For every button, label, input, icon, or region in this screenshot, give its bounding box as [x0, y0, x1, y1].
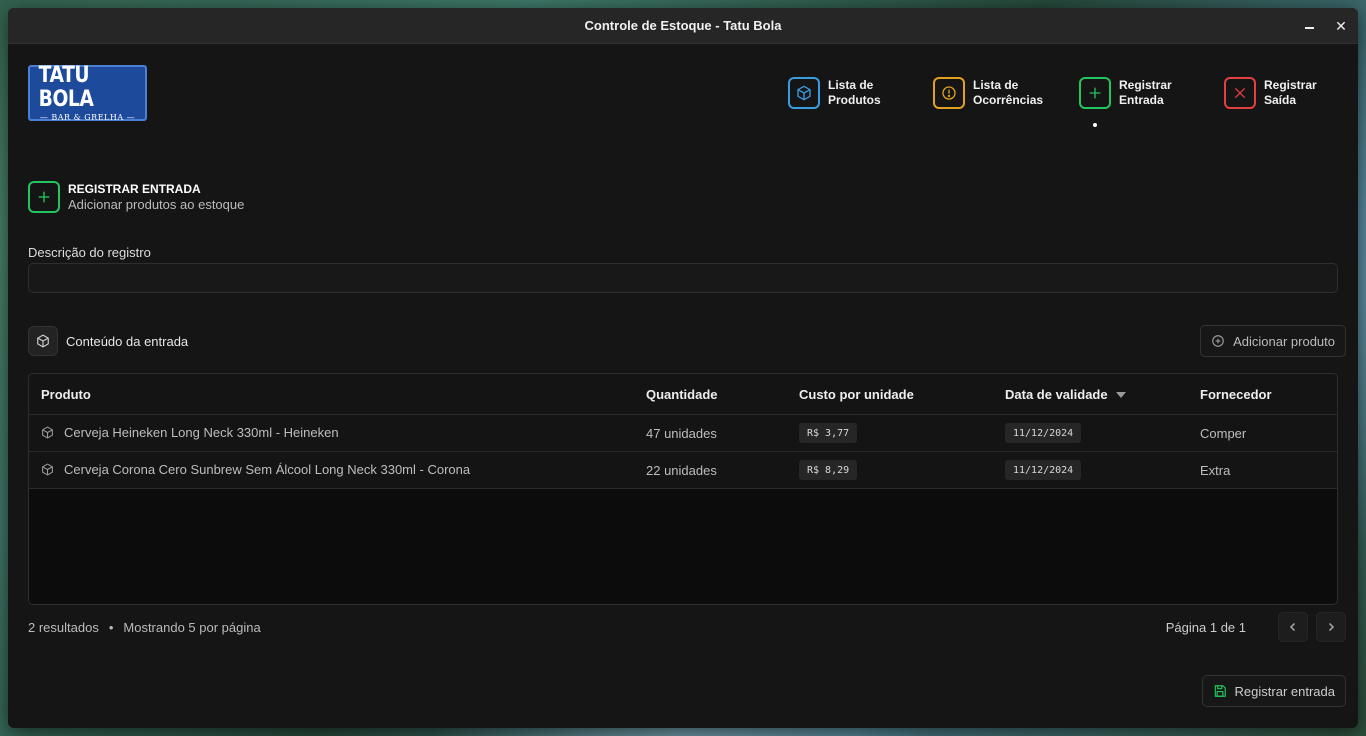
window-title: Controle de Estoque - Tatu Bola — [584, 18, 782, 33]
window-controls: ✕ — [1300, 8, 1350, 44]
column-header-fornecedor[interactable]: Fornecedor — [1200, 387, 1272, 402]
per-page-info: Mostrando 5 por página — [123, 620, 261, 635]
next-page-button[interactable] — [1316, 612, 1346, 642]
page-subtitle: Adicionar produtos ao estoque — [68, 197, 245, 212]
add-product-label: Adicionar produto — [1233, 333, 1335, 349]
products-table: Produto Quantidade Custo por unidade Dat… — [28, 373, 1338, 605]
column-header-validade[interactable]: Data de validade — [1005, 387, 1126, 402]
submit-entry-button[interactable]: Registrar entrada — [1201, 675, 1346, 707]
minimize-button[interactable] — [1300, 17, 1318, 35]
cell-custo: R$ 3,77 — [799, 423, 858, 443]
chevron-right-icon — [1328, 622, 1335, 632]
column-header-produto[interactable]: Produto — [41, 387, 91, 402]
nav-label: Registrar Entrada — [1119, 78, 1172, 107]
title-bar[interactable]: Controle de Estoque - Tatu Bola ✕ — [8, 8, 1358, 44]
logo-title: TATU BOLA — [38, 63, 94, 112]
cell-validade: 11/12/2024 — [1005, 460, 1082, 480]
nav-registrar-saida[interactable]: Registrar Saída — [1224, 77, 1317, 109]
section-header: REGISTRAR ENTRADA Adicionar produtos ao … — [28, 181, 244, 213]
nav-label: Lista de Produtos — [828, 78, 881, 107]
table-row[interactable]: Cerveja Heineken Long Neck 330ml - Heine… — [29, 415, 1337, 452]
chevron-left-icon — [1289, 622, 1296, 632]
cell-validade: 11/12/2024 — [1005, 423, 1082, 443]
cell-produto: Cerveja Heineken Long Neck 330ml - Heine… — [41, 425, 339, 440]
box-icon — [788, 77, 820, 109]
description-label: Descrição do registro — [28, 245, 151, 260]
nav-registrar-entrada[interactable]: Registrar Entrada — [1079, 77, 1172, 109]
x-icon — [1224, 77, 1256, 109]
box-icon — [28, 326, 58, 356]
results-count: 2 resultados — [28, 620, 99, 635]
cell-produto: Cerveja Corona Cero Sunbrew Sem Álcool L… — [41, 462, 470, 477]
box-icon — [42, 426, 53, 439]
nav-lista-produtos[interactable]: Lista de Produtos — [788, 77, 881, 109]
close-icon: ✕ — [1335, 17, 1347, 34]
cell-custo: R$ 8,29 — [799, 460, 858, 480]
cell-fornecedor: Comper — [1200, 426, 1247, 441]
main-content: TATU BOLA — BAR & GRELHA — Lista de Produ… — [8, 44, 1358, 728]
minimize-icon — [1304, 27, 1314, 29]
active-indicator — [1093, 123, 1097, 127]
page-title: REGISTRAR ENTRADA — [68, 182, 201, 196]
table-row[interactable]: Cerveja Corona Cero Sunbrew Sem Álcool L… — [29, 452, 1337, 489]
sort-desc-icon — [1115, 391, 1126, 398]
add-product-button[interactable]: Adicionar produto — [1200, 325, 1346, 357]
separator: • — [108, 620, 114, 635]
close-button[interactable]: ✕ — [1332, 17, 1350, 35]
logo-subtitle: — BAR & GRELHA — — [39, 113, 136, 122]
entry-content-label: Conteúdo da entrada — [66, 333, 189, 349]
alert-circle-icon — [933, 77, 965, 109]
box-icon — [42, 463, 53, 476]
table-header: Produto Quantidade Custo por unidade Dat… — [29, 374, 1337, 415]
cell-fornecedor: Extra — [1200, 463, 1231, 478]
app-window: Controle de Estoque - Tatu Bola ✕ TATU B… — [8, 8, 1358, 728]
plus-circle-icon — [1212, 335, 1224, 347]
cell-quantidade: 47 unidades — [646, 426, 717, 441]
column-header-quantidade[interactable]: Quantidade — [646, 387, 718, 402]
nav-label: Lista de Ocorrências — [973, 78, 1044, 107]
page-indicator: Página 1 de 1 — [1165, 619, 1246, 635]
nav-label: Registrar Saída — [1264, 78, 1317, 107]
prev-page-button[interactable] — [1278, 612, 1308, 642]
description-input[interactable] — [28, 263, 1338, 293]
plus-icon — [1079, 77, 1111, 109]
save-icon — [1214, 685, 1226, 697]
pagination-summary: 2 resultados • Mostrando 5 por página — [28, 620, 261, 635]
cell-quantidade: 22 unidades — [646, 463, 717, 478]
pagination-controls: Página 1 de 1 — [1166, 612, 1346, 642]
entry-content-header: Conteúdo da entrada — [28, 326, 188, 356]
plus-icon — [28, 181, 60, 213]
column-header-custo[interactable]: Custo por unidade — [799, 387, 914, 402]
logo: TATU BOLA — BAR & GRELHA — — [28, 63, 147, 122]
nav-lista-ocorrencias[interactable]: Lista de Ocorrências — [933, 77, 1043, 109]
submit-entry-label: Registrar entrada — [1234, 683, 1335, 699]
